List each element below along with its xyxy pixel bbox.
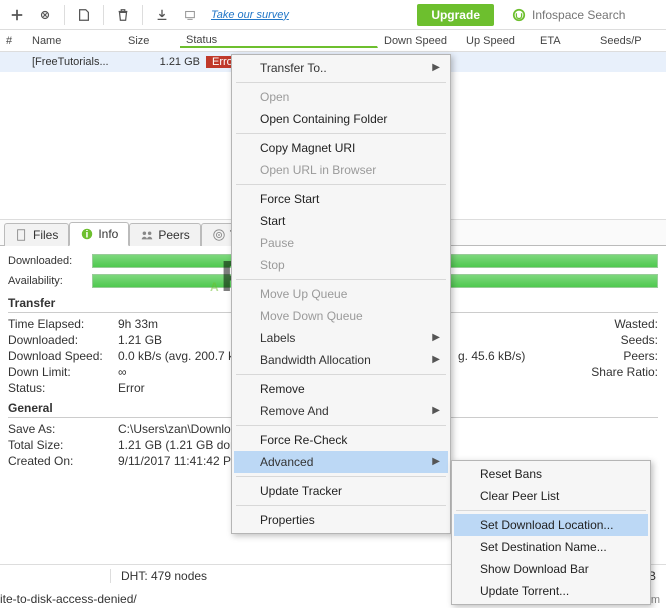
col-size[interactable]: Size xyxy=(122,35,180,47)
mi-remove-and[interactable]: Remove And▶ xyxy=(234,400,448,422)
create-torrent-button[interactable] xyxy=(71,3,97,27)
survey-link[interactable]: Take our survey xyxy=(211,9,289,21)
peers-icon xyxy=(140,228,154,242)
mi-set-download-location[interactable]: Set Download Location... xyxy=(454,514,648,536)
mi-stop[interactable]: Stop xyxy=(234,254,448,276)
col-eta[interactable]: ETA xyxy=(534,35,594,47)
toolbar: Take our survey Upgrade xyxy=(0,0,666,30)
search-input[interactable] xyxy=(532,8,662,22)
mi-reset-bans[interactable]: Reset Bans xyxy=(454,463,648,485)
column-headers: # Name Size Status Down Speed Up Speed E… xyxy=(0,30,666,52)
mi-open[interactable]: Open xyxy=(234,86,448,108)
mi-update-tracker[interactable]: Update Tracker xyxy=(234,480,448,502)
col-name[interactable]: Name xyxy=(26,35,122,47)
dht-status: DHT: 479 nodes xyxy=(110,569,217,583)
mi-update-torrent[interactable]: Update Torrent... xyxy=(454,580,648,602)
row-name: [FreeTutorials... xyxy=(26,56,148,68)
mi-advanced[interactable]: Advanced▶ xyxy=(234,451,448,473)
advanced-submenu: Reset Bans Clear Peer List Set Download … xyxy=(451,460,651,605)
search-box[interactable] xyxy=(512,8,662,22)
add-url-button[interactable] xyxy=(32,3,58,27)
remote-button[interactable] xyxy=(177,3,203,27)
url-fragment: ite-to-disk-access-denied/ xyxy=(0,592,137,606)
utorrent-logo-icon xyxy=(512,8,526,22)
mi-properties[interactable]: Properties xyxy=(234,509,448,531)
tab-files[interactable]: Files xyxy=(4,223,69,246)
tab-info[interactable]: iInfo xyxy=(69,222,129,246)
mi-copy-magnet[interactable]: Copy Magnet URI xyxy=(234,137,448,159)
mi-move-down[interactable]: Move Down Queue xyxy=(234,305,448,327)
col-down-speed[interactable]: Down Speed xyxy=(378,35,460,47)
mi-transfer-to[interactable]: Transfer To..▶ xyxy=(234,57,448,79)
mi-open-folder[interactable]: Open Containing Folder xyxy=(234,108,448,130)
upgrade-button[interactable]: Upgrade xyxy=(417,4,494,26)
row-size: 1.21 GB xyxy=(148,56,206,68)
col-up-speed[interactable]: Up Speed xyxy=(460,35,534,47)
col-num[interactable]: # xyxy=(0,35,26,47)
mi-start[interactable]: Start xyxy=(234,210,448,232)
downloaded-label: Downloaded: xyxy=(8,255,86,267)
info-icon: i xyxy=(80,227,94,241)
col-seeds[interactable]: Seeds/P xyxy=(594,35,644,47)
mi-bandwidth[interactable]: Bandwidth Allocation▶ xyxy=(234,349,448,371)
mi-set-destination-name[interactable]: Set Destination Name... xyxy=(454,536,648,558)
context-menu: Transfer To..▶ Open Open Containing Fold… xyxy=(231,54,451,534)
mi-clear-peers[interactable]: Clear Peer List xyxy=(454,485,648,507)
mi-remove[interactable]: Remove xyxy=(234,378,448,400)
files-icon xyxy=(15,228,29,242)
mi-open-url[interactable]: Open URL in Browser xyxy=(234,159,448,181)
mi-show-download-bar[interactable]: Show Download Bar xyxy=(454,558,648,580)
mi-pause[interactable]: Pause xyxy=(234,232,448,254)
add-torrent-button[interactable] xyxy=(4,3,30,27)
mi-labels[interactable]: Labels▶ xyxy=(234,327,448,349)
mi-move-up[interactable]: Move Up Queue xyxy=(234,283,448,305)
delete-button[interactable] xyxy=(110,3,136,27)
mi-force-recheck[interactable]: Force Re-Check xyxy=(234,429,448,451)
start-download-button[interactable] xyxy=(149,3,175,27)
tab-peers[interactable]: Peers xyxy=(129,223,200,246)
col-status[interactable]: Status xyxy=(180,34,378,48)
trackers-icon xyxy=(212,228,226,242)
svg-text:i: i xyxy=(86,229,89,241)
mi-force-start[interactable]: Force Start xyxy=(234,188,448,210)
availability-label: Availability: xyxy=(8,275,86,287)
